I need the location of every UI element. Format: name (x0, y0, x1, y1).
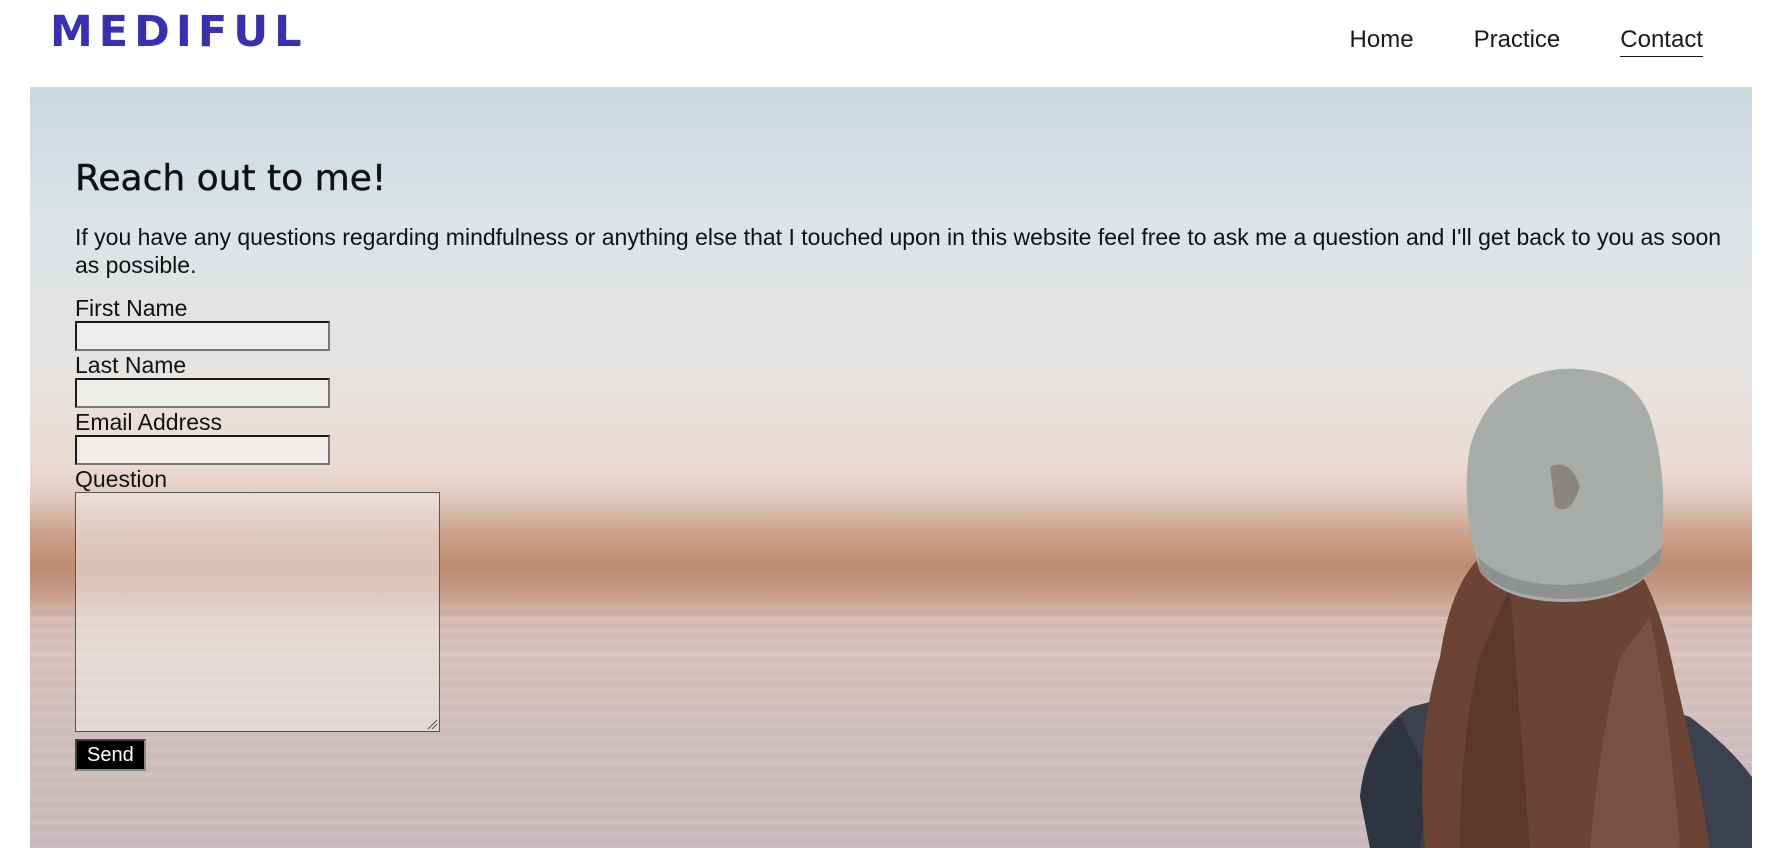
nav-contact-link[interactable]: Contact (1620, 26, 1703, 57)
main-nav: Home Practice Contact (1350, 26, 1703, 57)
last-name-label: Last Name (75, 352, 187, 378)
first-name-field[interactable] (75, 321, 330, 351)
contact-section: Reach out to me! If you have any questio… (75, 157, 1721, 771)
contact-form: First Name Last Name Email Address Quest… (75, 295, 1715, 771)
page-title: Reach out to me! (75, 158, 387, 199)
question-textarea[interactable] (75, 492, 440, 732)
resize-handle-icon[interactable] (426, 718, 438, 730)
send-button[interactable]: Send (75, 739, 146, 771)
last-name-field[interactable] (75, 378, 330, 408)
email-field[interactable] (75, 435, 330, 465)
site-logo[interactable]: MEDIFUL (50, 8, 308, 56)
hero-background: Reach out to me! If you have any questio… (30, 87, 1752, 848)
nav-home-link[interactable]: Home (1350, 26, 1414, 57)
email-label: Email Address (75, 409, 223, 435)
first-name-label: First Name (75, 295, 188, 321)
question-label: Question (75, 466, 168, 492)
site-header: MEDIFUL Home Practice Contact (0, 0, 1784, 87)
intro-text: If you have any questions regarding mind… (75, 224, 1722, 278)
nav-practice-link[interactable]: Practice (1474, 26, 1561, 57)
